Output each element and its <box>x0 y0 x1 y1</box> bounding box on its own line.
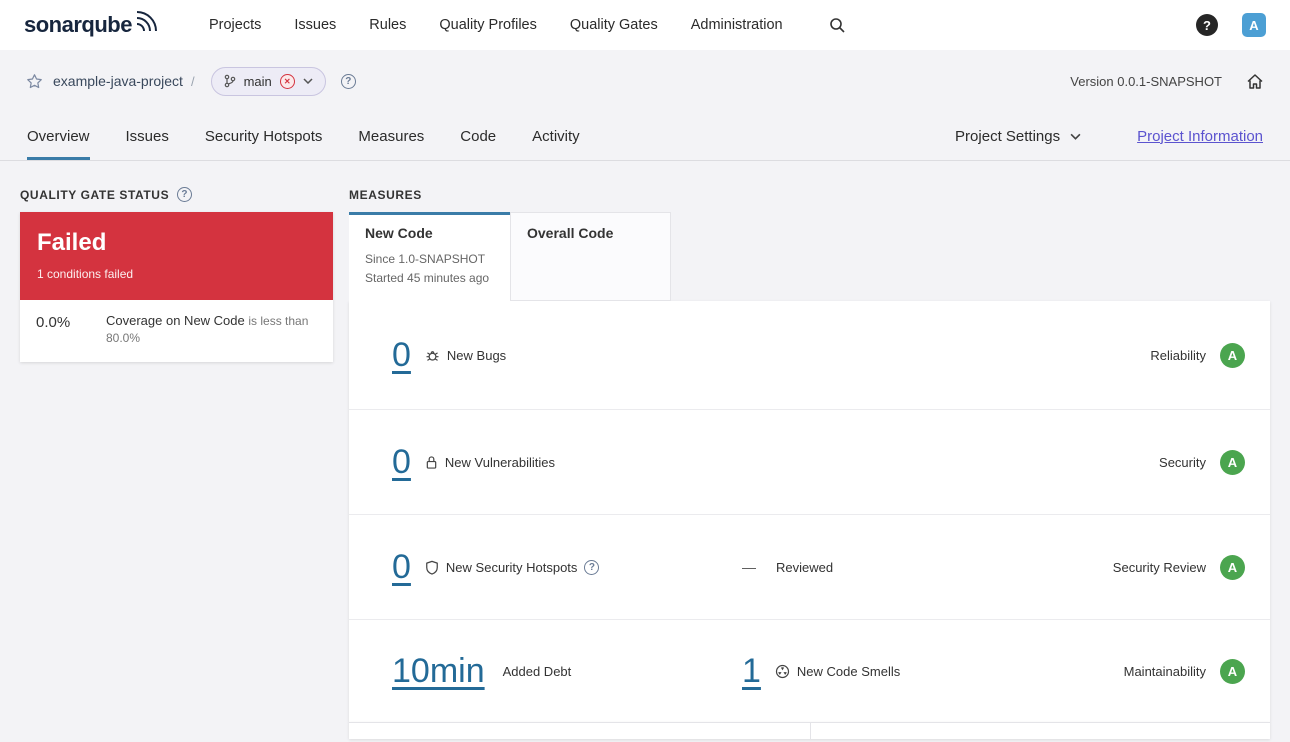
maintainability-rating-badge[interactable]: A <box>1220 658 1245 684</box>
new-vulnerabilities-count[interactable]: 0 <box>392 445 411 479</box>
condition-value[interactable]: 0.0% <box>36 313 92 331</box>
home-icon[interactable] <box>1246 73 1264 90</box>
sonarqube-logo-text: sonarqube <box>24 12 132 37</box>
tab-issues[interactable]: Issues <box>126 112 169 160</box>
security-rating-badge[interactable]: A <box>1220 449 1245 475</box>
tab-activity[interactable]: Activity <box>532 112 580 160</box>
quality-gate-heading: QUALITY GATE STATUS ? <box>20 187 333 202</box>
security-review-label: Security Review <box>1112 559 1206 575</box>
new-code-started: Started 45 minutes ago <box>365 271 490 286</box>
git-branch-icon <box>224 74 236 88</box>
new-bugs-count[interactable]: 0 <box>392 338 411 372</box>
breadcrumb-right-group: Version 0.0.1-SNAPSHOT <box>1070 73 1264 90</box>
nav-item-rules[interactable]: Rules <box>369 17 406 33</box>
new-code-smells-count[interactable]: 1 <box>742 654 761 688</box>
added-debt-label: Added Debt <box>502 663 572 679</box>
overall-code-tab-label: Overall Code <box>527 225 614 241</box>
project-tabs-bar: Overview Issues Security Hotspots Measur… <box>0 112 1290 161</box>
page-body: example-java-project / main ✕ ? Version <box>0 50 1290 742</box>
nav-item-administration[interactable]: Administration <box>691 17 783 33</box>
tab-security-hotspots[interactable]: Security Hotspots <box>205 112 323 160</box>
measures-panel: 0 New Bugs Reliability A 0 New Vulnerabi… <box>349 301 1270 722</box>
reliability-rating-badge[interactable]: A <box>1220 342 1245 368</box>
reviewed-label: Reviewed <box>776 559 834 575</box>
measure-row-reliability: 0 New Bugs Reliability A <box>349 301 1270 409</box>
overview-content: QUALITY GATE STATUS ? Failed 1 condition… <box>0 161 1290 739</box>
measures-heading-text: MEASURES <box>349 187 422 202</box>
new-vulnerabilities-label: New Vulnerabilities <box>444 454 555 470</box>
branch-help-icon[interactable]: ? <box>340 73 356 89</box>
condition-metric: Coverage on New Code <box>106 313 245 328</box>
tab-code[interactable]: Code <box>460 112 496 160</box>
nav-item-issues[interactable]: Issues <box>294 17 336 33</box>
quality-gate-column: QUALITY GATE STATUS ? Failed 1 condition… <box>20 187 333 739</box>
new-code-tab-label: New Code <box>365 225 433 241</box>
breadcrumb-separator: / <box>190 73 195 89</box>
chevron-down-icon <box>303 78 313 84</box>
search-icon[interactable] <box>829 17 845 33</box>
new-code-since: Since 1.0-SNAPSHOT <box>365 252 486 266</box>
project-settings-label: Project Settings <box>955 127 1061 145</box>
security-label: Security <box>1159 454 1206 470</box>
tab-overview[interactable]: Overview <box>27 112 90 160</box>
bug-icon <box>425 348 440 363</box>
security-review-rating-badge[interactable]: A <box>1220 554 1245 580</box>
new-security-hotspots-count[interactable]: 0 <box>392 550 411 584</box>
branch-name: main <box>243 73 272 89</box>
reliability-label: Reliability <box>1150 347 1206 363</box>
branch-selector[interactable]: main ✕ <box>210 66 326 96</box>
topbar-right-group: ? A <box>1196 13 1266 37</box>
quality-gate-conditions-summary: 1 conditions failed <box>37 267 134 281</box>
tab-measures[interactable]: Measures <box>358 112 424 160</box>
nav-item-quality-profiles[interactable]: Quality Profiles <box>439 17 537 33</box>
tab-overall-code[interactable]: Overall Code <box>510 212 671 301</box>
new-security-hotspots-label: New Security Hotspots <box>445 559 578 575</box>
measure-row-maintainability: 10min Added Debt 1 New Code Smells Maint… <box>349 619 1270 722</box>
global-nav: Projects Issues Rules Quality Profiles Q… <box>209 17 783 33</box>
shield-icon <box>425 560 439 575</box>
favorite-star-icon[interactable] <box>26 73 43 90</box>
project-settings-menu[interactable]: Project Settings <box>955 112 1081 160</box>
project-information-link[interactable]: Project Information <box>1137 112 1263 160</box>
global-help-icon[interactable]: ? <box>1196 14 1218 36</box>
new-code-smells-label: New Code Smells <box>796 663 901 679</box>
measure-row-security: 0 New Vulnerabilities Security A <box>349 409 1270 514</box>
user-avatar[interactable]: A <box>1242 13 1266 37</box>
lock-icon <box>425 455 438 470</box>
tab-new-code[interactable]: New Code Since 1.0-SNAPSHOT Started 45 m… <box>349 212 510 301</box>
new-bugs-label: New Bugs <box>446 347 507 363</box>
breadcrumb-project-link[interactable]: example-java-project <box>53 73 183 89</box>
section-divider <box>810 723 811 739</box>
code-smell-icon <box>775 664 790 679</box>
hotspots-help-icon[interactable]: ? <box>584 559 600 575</box>
added-debt-value[interactable]: 10min <box>392 654 485 688</box>
quality-gate-heading-text: QUALITY GATE STATUS <box>20 187 170 202</box>
measure-row-security-review: 0 New Security Hotspots ? — Reviewed Sec… <box>349 514 1270 619</box>
measures-heading: MEASURES <box>349 187 1270 202</box>
quality-gate-status-banner: Failed 1 conditions failed <box>20 212 333 300</box>
next-section-partial <box>349 722 1270 739</box>
sonar-waves-icon <box>135 9 159 31</box>
measures-column: MEASURES New Code Since 1.0-SNAPSHOT Sta… <box>349 187 1270 739</box>
top-navigation-bar: sonarqube Projects Issues Rules Quality … <box>0 0 1290 50</box>
condition-description: Coverage on New Code is less than 80.0% <box>106 313 317 347</box>
quality-gate-card: Failed 1 conditions failed 0.0% Coverage… <box>20 212 333 362</box>
maintainability-label: Maintainability <box>1123 663 1206 679</box>
project-breadcrumb-bar: example-java-project / main ✕ ? Version <box>0 50 1290 112</box>
reviewed-percentage-value: — <box>742 559 756 575</box>
chevron-down-icon <box>1070 133 1081 140</box>
project-version: Version 0.0.1-SNAPSHOT <box>1070 73 1222 89</box>
quality-gate-condition-row[interactable]: 0.0% Coverage on New Code is less than 8… <box>20 300 333 362</box>
nav-item-projects[interactable]: Projects <box>209 17 261 33</box>
branch-quality-gate-failed-icon: ✕ <box>279 73 295 89</box>
quality-gate-status: Failed <box>37 229 107 256</box>
nav-item-quality-gates[interactable]: Quality Gates <box>570 17 658 33</box>
sonarqube-logo[interactable]: sonarqube <box>24 9 159 38</box>
quality-gate-help-icon[interactable]: ? <box>177 187 193 202</box>
measures-scope-tabs: New Code Since 1.0-SNAPSHOT Started 45 m… <box>349 212 1270 301</box>
